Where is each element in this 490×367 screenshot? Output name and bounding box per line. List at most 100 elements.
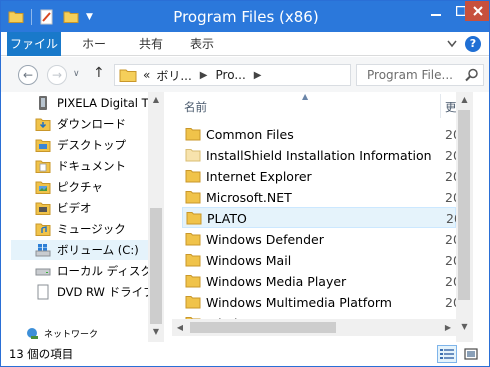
file-row[interactable]: Internet Explorer 201 [172,166,456,187]
file-name: Windows Mail [206,253,292,268]
desktop-folder-icon [35,139,51,152]
file-name: Windows Defender [206,232,324,247]
nav-item-label: ミュージック [57,222,126,236]
nav-item-label: ピクチャ [57,180,103,194]
search-input[interactable]: Program File... [356,64,484,86]
large-icons-view-icon [464,348,478,360]
scroll-down-icon[interactable]: ▼ [456,319,473,335]
nav-item-videos[interactable]: ビデオ [35,198,149,218]
file-list: ▲ 名前 更新 Common Files 201 InstallShield I… [172,92,456,326]
nav-item-desktop[interactable]: デスクトップ [35,135,149,155]
navigation-pane-scrollbar[interactable]: ▲ ▼ [148,92,164,342]
column-separator[interactable] [440,94,441,118]
folder-icon [185,254,201,267]
folder-icon [185,275,201,288]
file-name: Windows Multimedia Platform [206,295,392,310]
breadcrumb-separator-icon[interactable]: ▶ [200,70,208,81]
nav-item-music[interactable]: ミュージック [35,219,149,239]
folder-icon [185,170,201,183]
folder-icon [185,128,201,141]
nav-item-documents[interactable]: ドキュメント [35,156,149,176]
file-date: 201 [445,232,456,247]
file-row-selected[interactable]: PLATO 201 [182,207,456,228]
nav-item-pictures[interactable]: ピクチャ [35,177,149,197]
ribbon-tabs: ファイル ホーム 共有 表示 ? [1,32,489,75]
drive-c-icon [35,244,51,257]
file-row[interactable]: InstallShield Installation Information 2… [172,145,456,166]
tab-view[interactable]: 表示 [188,32,216,56]
file-date: 201 [445,274,456,289]
column-header-name[interactable]: 名前 [184,99,207,115]
scroll-down-icon[interactable]: ▼ [148,324,164,340]
nav-item-label: ボリューム (C:) [57,243,139,257]
nav-item-label: DVD RW ドライブ [57,285,149,299]
address-segment-volume[interactable]: ボリ... [156,67,191,84]
column-header-date[interactable]: 更新 [445,99,456,115]
nav-item-network[interactable]: ネットワーク [25,326,98,340]
close-button[interactable] [465,1,489,21]
address-segment-program-files[interactable]: Pro... [216,68,246,82]
arrow-left-icon: ← [22,68,34,82]
documents-folder-icon [35,160,51,173]
pictures-folder-icon [35,181,51,194]
scroll-left-icon[interactable]: ◀ [172,319,188,336]
folder-icon [185,233,201,246]
scrollbar-thumb[interactable] [458,110,470,300]
nav-item-label: ダウンロード [57,117,126,131]
file-date: 201 [445,127,456,142]
file-name: Internet Explorer [206,169,312,184]
ribbon-expand-button[interactable] [445,37,459,51]
back-button[interactable]: ← [18,65,38,85]
scrollbar-thumb[interactable] [190,322,336,333]
navigation-bar: ← → ∨ ↑ « ボリ... ▶ Pro... ▶ ▼ ↻ Program F… [1,57,489,92]
file-date: 201 [446,211,456,226]
nav-item-drive-d[interactable]: ローカル ディスク (D [35,261,149,281]
nav-item-pixela[interactable]: PIXELA Digital T [35,93,149,113]
file-row[interactable]: Common Files 201 [172,124,456,145]
help-button[interactable]: ? [465,36,481,52]
file-row[interactable]: Windows Multimedia Platform 201 [172,292,456,313]
nav-item-dvd[interactable]: DVD RW ドライブ [35,282,149,302]
recent-locations-button[interactable]: ∨ [73,69,80,79]
folder-icon [185,296,201,309]
tab-file[interactable]: ファイル [7,32,61,56]
file-row[interactable]: Microsoft.NET 201 [172,187,456,208]
dvd-drive-icon [37,284,49,300]
scrollbar-thumb[interactable] [150,208,162,324]
tab-share[interactable]: 共有 [138,32,164,56]
file-name: Windows Media Player [206,274,347,289]
arrow-up-icon: ↑ [93,65,105,81]
nav-item-downloads[interactable]: ダウンロード [35,114,149,134]
downloads-folder-icon [35,118,51,131]
file-date: 201 [445,253,456,268]
address-overflow[interactable]: « [143,68,150,82]
minimize-icon [431,14,441,16]
file-name: Microsoft.NET [206,190,292,205]
file-row[interactable]: Windows Media Player 201 [172,271,456,292]
file-date: 201 [445,295,456,310]
address-bar[interactable]: « ボリ... ▶ Pro... ▶ ▼ ↻ [114,64,449,86]
nav-item-drive-c[interactable]: ボリューム (C:) [11,240,151,260]
minimize-button[interactable] [423,1,449,21]
drive-d-icon [35,268,51,276]
nav-item-label: ローカル ディスク (D [57,264,149,278]
file-date: 201 [445,169,456,184]
scroll-right-icon[interactable]: ▶ [440,319,456,336]
file-row[interactable]: Windows Defender 201 [172,229,456,250]
scroll-up-icon[interactable]: ▲ [148,92,164,108]
status-bar: 13 個の項目 [1,342,489,366]
folder-icon [119,69,137,82]
forward-button[interactable]: → [47,65,67,85]
file-row[interactable]: Windows Mail 201 [172,250,456,271]
chevron-down-icon: ∨ [73,69,80,79]
breadcrumb-separator-icon[interactable]: ▶ [254,70,262,81]
large-icons-view-button[interactable] [461,345,481,363]
tab-home[interactable]: ホーム [77,32,111,75]
file-list-vertical-scrollbar[interactable]: ▲ ▼ [456,92,473,342]
up-button[interactable]: ↑ [93,65,105,81]
device-icon [39,96,47,110]
details-view-button[interactable] [437,345,457,363]
window-title: Program Files (x86) [173,8,319,26]
file-list-horizontal-scrollbar[interactable]: ◀ ▶ [172,319,456,336]
scroll-up-icon[interactable]: ▲ [456,92,473,108]
